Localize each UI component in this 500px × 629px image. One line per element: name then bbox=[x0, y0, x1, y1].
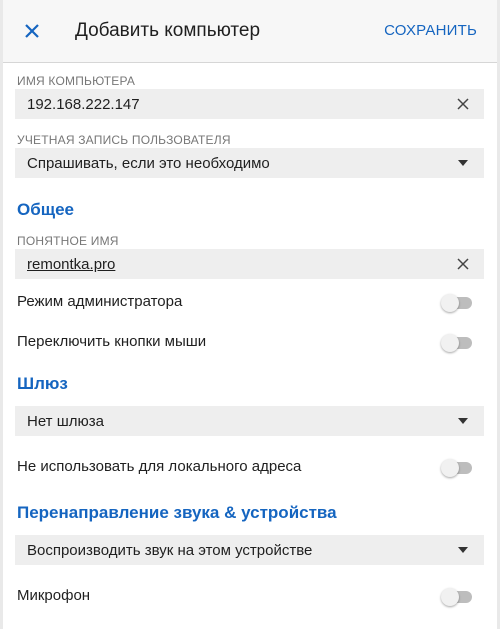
microphone-label: Микрофон bbox=[17, 587, 91, 604]
section-general-title: Общее bbox=[17, 200, 74, 219]
microphone-toggle[interactable] bbox=[441, 588, 472, 606]
add-computer-screen: Добавить компьютер СОХРАНИТЬ ИМЯ КОМПЬЮТ… bbox=[3, 0, 497, 629]
admin-mode-label: Режим администратора bbox=[17, 293, 183, 310]
swap-mouse-label: Переключить кнопки мыши bbox=[17, 333, 207, 350]
section-gateway-title: Шлюз bbox=[17, 374, 68, 393]
clear-icon[interactable] bbox=[456, 257, 470, 271]
gateway-select[interactable]: Нет шлюза bbox=[15, 406, 484, 436]
computer-name-label: ИМЯ КОМПЬЮТЕРА bbox=[17, 74, 136, 88]
dropdown-arrow-icon bbox=[458, 547, 468, 553]
computer-name-value: 192.168.222.147 bbox=[27, 96, 140, 113]
close-icon bbox=[25, 24, 39, 38]
toggle-thumb bbox=[441, 459, 459, 477]
admin-mode-toggle[interactable] bbox=[441, 294, 472, 312]
user-account-label: УЧЕТНАЯ ЗАПИСЬ ПОЛЬЗОВАТЕЛЯ bbox=[17, 133, 231, 147]
computer-name-field[interactable]: 192.168.222.147 bbox=[15, 89, 484, 119]
sound-value: Воспроизводить звук на этом устройстве bbox=[27, 542, 313, 559]
toggle-thumb bbox=[441, 588, 459, 606]
dropdown-arrow-icon bbox=[458, 160, 468, 166]
user-account-value: Спрашивать, если это необходимо bbox=[27, 155, 270, 172]
friendly-name-value: remontka.pro bbox=[27, 256, 116, 273]
app-bar: Добавить компьютер СОХРАНИТЬ bbox=[3, 0, 497, 63]
close-button[interactable] bbox=[17, 16, 47, 46]
save-button[interactable]: СОХРАНИТЬ bbox=[384, 22, 477, 39]
bypass-local-toggle[interactable] bbox=[441, 459, 472, 477]
sound-select[interactable]: Воспроизводить звук на этом устройстве bbox=[15, 535, 484, 565]
toggle-thumb bbox=[441, 294, 459, 312]
dropdown-arrow-icon bbox=[458, 418, 468, 424]
friendly-name-field[interactable]: remontka.pro bbox=[15, 249, 484, 279]
page-title: Добавить компьютер bbox=[75, 20, 261, 41]
friendly-name-label: ПОНЯТНОЕ ИМЯ bbox=[17, 234, 119, 248]
swap-mouse-toggle[interactable] bbox=[441, 334, 472, 352]
toggle-thumb bbox=[441, 334, 459, 352]
gateway-value: Нет шлюза bbox=[27, 413, 104, 430]
section-redirection-title: Перенаправление звука & устройства bbox=[17, 503, 337, 522]
user-account-select[interactable]: Спрашивать, если это необходимо bbox=[15, 148, 484, 178]
clear-icon[interactable] bbox=[456, 97, 470, 111]
bypass-local-label: Не использовать для локального адреса bbox=[17, 458, 302, 475]
